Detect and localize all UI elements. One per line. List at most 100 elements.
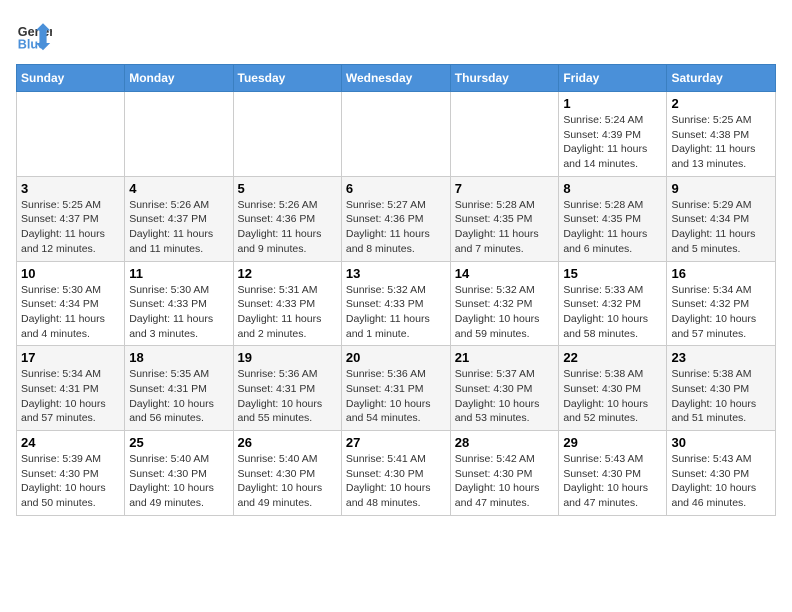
calendar-cell: 27Sunrise: 5:41 AMSunset: 4:30 PMDayligh… (341, 431, 450, 516)
calendar-cell: 21Sunrise: 5:37 AMSunset: 4:30 PMDayligh… (450, 346, 559, 431)
day-number: 2 (671, 96, 771, 111)
day-number: 1 (563, 96, 662, 111)
day-number: 14 (455, 266, 555, 281)
day-number: 24 (21, 435, 120, 450)
day-info: Sunrise: 5:26 AMSunset: 4:36 PMDaylight:… (238, 198, 337, 257)
calendar-cell: 22 Sunrise: 5:38 AMSunset: 4:30 PMDayligh… (559, 346, 667, 431)
calendar-cell: 17 Sunrise: 5:34 AMSunset: 4:31 PMDayligh… (17, 346, 125, 431)
weekday-header: Thursday (450, 65, 559, 92)
calendar-cell (341, 92, 450, 177)
day-info: Sunrise: 5:40 AMSunset: 4:30 PMDaylight:… (129, 452, 228, 511)
day-info: Sunrise: 5:24 AMSunset: 4:39 PMDaylight:… (563, 113, 662, 172)
weekday-header: Friday (559, 65, 667, 92)
calendar-week-row: 24 Sunrise: 5:39 AMSunset: 4:30 PMDayligh… (17, 431, 776, 516)
weekday-header: Monday (125, 65, 233, 92)
calendar-cell: 26 Sunrise: 5:40 AMSunset: 4:30 PMDayligh… (233, 431, 341, 516)
calendar-cell: 24 Sunrise: 5:39 AMSunset: 4:30 PMDayligh… (17, 431, 125, 516)
day-info: Sunrise: 5:34 AMSunset: 4:32 PMDaylight:… (671, 283, 771, 342)
calendar-cell: 1 Sunrise: 5:24 AMSunset: 4:39 PMDaylight… (559, 92, 667, 177)
day-info: Sunrise: 5:25 AMSunset: 4:38 PMDaylight:… (671, 113, 771, 172)
day-number: 23 (671, 350, 771, 365)
day-info: Sunrise: 5:34 AMSunset: 4:31 PMDaylight:… (21, 367, 120, 426)
day-info: Sunrise: 5:39 AMSunset: 4:30 PMDaylight:… (21, 452, 120, 511)
calendar-cell: 3 Sunrise: 5:25 AMSunset: 4:37 PMDaylight… (17, 176, 125, 261)
weekday-header: Saturday (667, 65, 776, 92)
weekday-header: Wednesday (341, 65, 450, 92)
day-number: 5 (238, 181, 337, 196)
day-number: 26 (238, 435, 337, 450)
day-info: Sunrise: 5:33 AMSunset: 4:32 PMDaylight:… (563, 283, 662, 342)
day-info: Sunrise: 5:30 AMSunset: 4:33 PMDaylight:… (129, 283, 228, 342)
calendar-cell: 7 Sunrise: 5:28 AMSunset: 4:35 PMDaylight… (450, 176, 559, 261)
calendar-cell (450, 92, 559, 177)
day-info: Sunrise: 5:35 AMSunset: 4:31 PMDaylight:… (129, 367, 228, 426)
day-number: 4 (129, 181, 228, 196)
day-number: 8 (563, 181, 662, 196)
calendar-cell: 2 Sunrise: 5:25 AMSunset: 4:38 PMDaylight… (667, 92, 776, 177)
weekday-header: Tuesday (233, 65, 341, 92)
day-info: Sunrise: 5:32 AMSunset: 4:32 PMDaylight:… (455, 283, 555, 342)
calendar-cell: 30Sunrise: 5:43 AMSunset: 4:30 PMDayligh… (667, 431, 776, 516)
day-info: Sunrise: 5:26 AMSunset: 4:37 PMDaylight:… (129, 198, 228, 257)
day-info: Sunrise: 5:28 AMSunset: 4:35 PMDaylight:… (455, 198, 555, 257)
logo-icon: General Blue (16, 16, 52, 52)
day-number: 29 (563, 435, 662, 450)
calendar-cell: 6Sunrise: 5:27 AMSunset: 4:36 PMDaylight… (341, 176, 450, 261)
calendar-cell: 10Sunrise: 5:30 AMSunset: 4:34 PMDayligh… (17, 261, 125, 346)
calendar-cell: 29 Sunrise: 5:43 AMSunset: 4:30 PMDayligh… (559, 431, 667, 516)
calendar-cell (233, 92, 341, 177)
day-info: Sunrise: 5:38 AMSunset: 4:30 PMDaylight:… (563, 367, 662, 426)
page-header: General Blue (16, 16, 776, 52)
day-number: 27 (346, 435, 446, 450)
calendar-cell: 9 Sunrise: 5:29 AMSunset: 4:34 PMDaylight… (667, 176, 776, 261)
day-info: Sunrise: 5:25 AMSunset: 4:37 PMDaylight:… (21, 198, 120, 257)
day-number: 17 (21, 350, 120, 365)
day-number: 16 (671, 266, 771, 281)
day-number: 6 (346, 181, 446, 196)
weekday-header: Sunday (17, 65, 125, 92)
day-info: Sunrise: 5:42 AMSunset: 4:30 PMDaylight:… (455, 452, 555, 511)
day-info: Sunrise: 5:40 AMSunset: 4:30 PMDaylight:… (238, 452, 337, 511)
calendar-cell (17, 92, 125, 177)
calendar-cell: 13 Sunrise: 5:32 AMSunset: 4:33 PMDayligh… (341, 261, 450, 346)
day-number: 22 (563, 350, 662, 365)
calendar-week-row: 17 Sunrise: 5:34 AMSunset: 4:31 PMDayligh… (17, 346, 776, 431)
calendar-cell: 25 Sunrise: 5:40 AMSunset: 4:30 PMDayligh… (125, 431, 233, 516)
calendar-cell (125, 92, 233, 177)
calendar-week-row: 3 Sunrise: 5:25 AMSunset: 4:37 PMDaylight… (17, 176, 776, 261)
logo: General Blue (16, 16, 56, 52)
day-number: 11 (129, 266, 228, 281)
calendar-cell: 11 Sunrise: 5:30 AMSunset: 4:33 PMDayligh… (125, 261, 233, 346)
day-info: Sunrise: 5:36 AMSunset: 4:31 PMDaylight:… (238, 367, 337, 426)
calendar-cell: 5 Sunrise: 5:26 AMSunset: 4:36 PMDaylight… (233, 176, 341, 261)
calendar-cell: 20 Sunrise: 5:36 AMSunset: 4:31 PMDayligh… (341, 346, 450, 431)
day-number: 13 (346, 266, 446, 281)
day-info: Sunrise: 5:36 AMSunset: 4:31 PMDaylight:… (346, 367, 446, 426)
day-info: Sunrise: 5:38 AMSunset: 4:30 PMDaylight:… (671, 367, 771, 426)
calendar-cell: 14 Sunrise: 5:32 AMSunset: 4:32 PMDayligh… (450, 261, 559, 346)
weekday-header-row: SundayMondayTuesdayWednesdayThursdayFrid… (17, 65, 776, 92)
day-number: 18 (129, 350, 228, 365)
calendar-cell: 28Sunrise: 5:42 AMSunset: 4:30 PMDayligh… (450, 431, 559, 516)
day-number: 9 (671, 181, 771, 196)
day-number: 30 (671, 435, 771, 450)
day-number: 25 (129, 435, 228, 450)
calendar-cell: 16 Sunrise: 5:34 AMSunset: 4:32 PMDayligh… (667, 261, 776, 346)
day-number: 7 (455, 181, 555, 196)
day-info: Sunrise: 5:28 AMSunset: 4:35 PMDaylight:… (563, 198, 662, 257)
day-number: 19 (238, 350, 337, 365)
day-info: Sunrise: 5:32 AMSunset: 4:33 PMDaylight:… (346, 283, 446, 342)
calendar-cell: 8 Sunrise: 5:28 AMSunset: 4:35 PMDaylight… (559, 176, 667, 261)
calendar-week-row: 1 Sunrise: 5:24 AMSunset: 4:39 PMDaylight… (17, 92, 776, 177)
calendar-cell: 15 Sunrise: 5:33 AMSunset: 4:32 PMDayligh… (559, 261, 667, 346)
calendar-cell: 12Sunrise: 5:31 AMSunset: 4:33 PMDayligh… (233, 261, 341, 346)
day-number: 15 (563, 266, 662, 281)
calendar-cell: 23 Sunrise: 5:38 AMSunset: 4:30 PMDayligh… (667, 346, 776, 431)
day-number: 3 (21, 181, 120, 196)
day-number: 12 (238, 266, 337, 281)
day-info: Sunrise: 5:37 AMSunset: 4:30 PMDaylight:… (455, 367, 555, 426)
day-number: 20 (346, 350, 446, 365)
day-info: Sunrise: 5:43 AMSunset: 4:30 PMDaylight:… (563, 452, 662, 511)
calendar-cell: 19 Sunrise: 5:36 AMSunset: 4:31 PMDayligh… (233, 346, 341, 431)
day-info: Sunrise: 5:29 AMSunset: 4:34 PMDaylight:… (671, 198, 771, 257)
